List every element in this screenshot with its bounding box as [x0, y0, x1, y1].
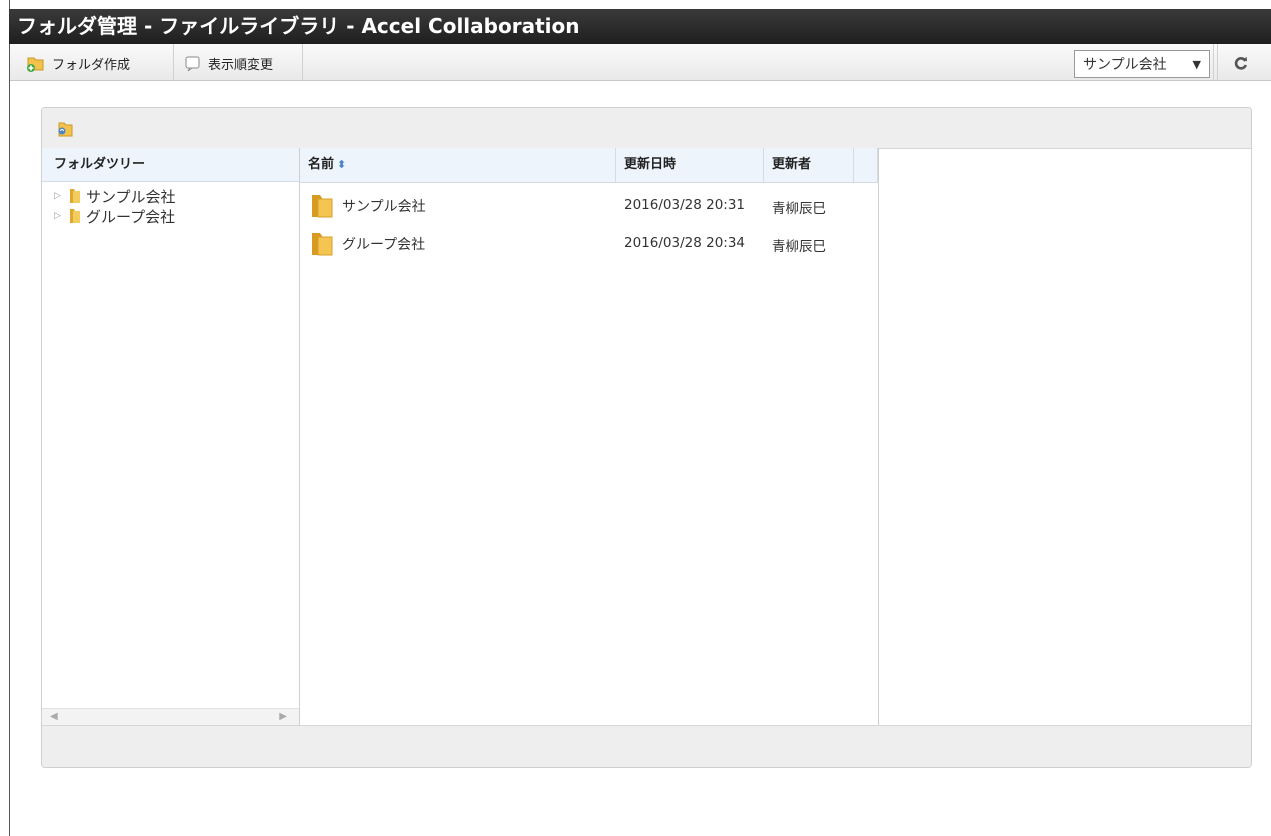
folder-sync-icon[interactable] [56, 120, 74, 138]
panel-footer [42, 725, 1251, 767]
toolbar-divider [1217, 44, 1218, 80]
column-header-label: 名前 [308, 157, 335, 172]
column-header-label: 更新者 [772, 157, 812, 172]
folder-icon [312, 233, 333, 256]
row-updated-at: 2016/03/28 20:34 [624, 235, 746, 251]
window-frame-edge [9, 0, 10, 836]
folder-tree-header: フォルダツリー [42, 148, 299, 182]
window-title: フォルダ管理 - ファイルライブラリ - Accel Collaboration [9, 9, 1271, 44]
create-folder-label: フォルダ作成 [52, 57, 131, 73]
expand-triangle-icon[interactable]: ▷ [54, 211, 68, 221]
row-name: グループ会社 [342, 237, 426, 253]
create-folder-button[interactable]: フォルダ作成 [26, 50, 130, 76]
column-header-updated-at[interactable]: 更新日時 [616, 148, 764, 182]
column-header-updated-by[interactable]: 更新者 [764, 148, 854, 182]
toolbar-divider [173, 44, 174, 80]
toolbar-divider [1213, 44, 1214, 80]
folder-list-pane: 名前 ⬍ 更新日時 更新者 サンプル会社 2016/03/28 20:31 青柳辰… [300, 148, 879, 727]
panel-header [42, 108, 1251, 149]
order-icon [185, 56, 200, 72]
column-header-name[interactable]: 名前 ⬍ [300, 148, 616, 182]
tree-item-sample-company[interactable]: ▷ サンプル会社 [42, 186, 299, 206]
row-updated-by: 青柳辰巳 [772, 201, 826, 217]
scroll-right-icon[interactable]: ▶ [279, 711, 287, 722]
folder-add-icon [27, 57, 44, 72]
folder-icon [70, 189, 80, 203]
toolbar-divider [302, 44, 303, 80]
list-header: 名前 ⬍ 更新日時 更新者 [300, 148, 878, 183]
refresh-button[interactable] [1223, 50, 1259, 76]
tree-item-label: グループ会社 [86, 207, 176, 226]
refresh-icon [1234, 56, 1248, 70]
company-select-value: サンプル会社 [1083, 57, 1167, 73]
tree-item-group-company[interactable]: ▷ グループ会社 [42, 206, 299, 226]
row-updated-at: 2016/03/28 20:31 [624, 197, 746, 213]
folder-icon [70, 209, 80, 223]
folder-icon [312, 195, 333, 218]
folder-tree-pane: フォルダツリー ▷ サンプル会社 ▷ グループ会社 ◀ ▶ [42, 148, 300, 727]
expand-triangle-icon[interactable]: ▷ [54, 191, 68, 201]
sort-icon: ⬍ [337, 158, 347, 171]
folder-manager-panel: フォルダツリー ▷ サンプル会社 ▷ グループ会社 ◀ ▶ 名前 ⬍ 更新日時 … [41, 107, 1252, 768]
list-row[interactable]: グループ会社 2016/03/28 20:34 青柳辰巳 [300, 224, 878, 262]
tree-item-label: サンプル会社 [86, 187, 176, 206]
scroll-left-icon[interactable]: ◀ [50, 711, 58, 722]
change-order-button[interactable]: 表示順変更 [184, 50, 273, 76]
column-header-spacer [854, 148, 878, 182]
change-order-label: 表示順変更 [208, 57, 274, 73]
row-updated-by: 青柳辰巳 [772, 239, 826, 255]
company-select[interactable]: サンプル会社 ▼ [1074, 50, 1210, 78]
toolbar: フォルダ作成 表示順変更 サンプル会社 ▼ [10, 44, 1271, 81]
column-header-label: 更新日時 [624, 157, 677, 172]
dropdown-caret-icon: ▼ [1192, 57, 1201, 71]
list-row[interactable]: サンプル会社 2016/03/28 20:31 青柳辰巳 [300, 186, 878, 224]
row-name: サンプル会社 [342, 199, 426, 215]
